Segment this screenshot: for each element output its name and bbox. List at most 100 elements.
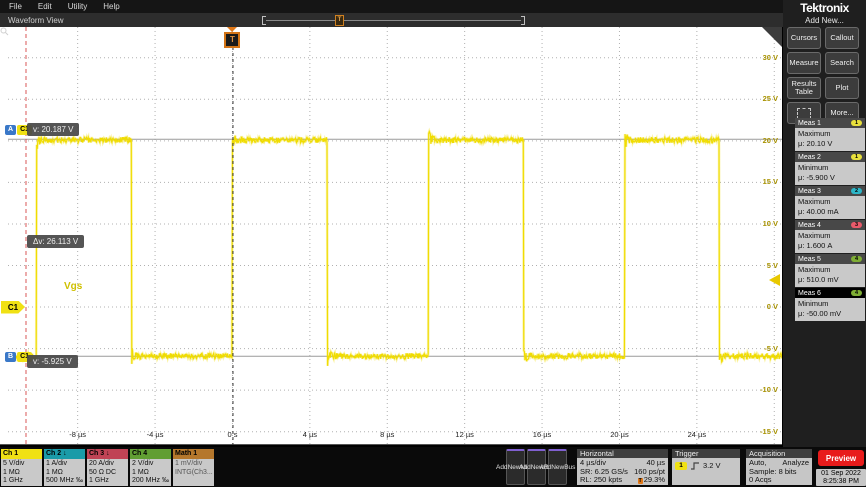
y-tick-label: -5 V [744,344,778,353]
meas-badge[interactable]: Meas 11Maximumμ: 20.10 V [795,118,865,151]
y-tick-label: 15 V [744,177,778,186]
datetime-display: 01 Sep 2022 8:25:38 PM [816,469,866,486]
tektronix-logo: Tektronix [783,1,866,15]
channel-badge-ch4[interactable]: Ch 42 V/div1 MΩ200 MHz ‰ [130,449,171,486]
x-tick-label: 0 s [210,430,254,439]
cursor-delta-label[interactable]: Δv: 26.113 V [27,235,84,248]
meas-stat: Maximum [798,231,862,241]
panel-button-plot[interactable]: Plot [825,77,859,99]
y-tick-label: 25 V [744,94,778,103]
meas-stat: Maximum [798,197,862,207]
meas-badge[interactable]: Meas 43Maximumμ: 1.600 A [795,220,865,253]
menu-file[interactable]: File [9,2,22,11]
meas-stat: Minimum [798,299,862,309]
cursor-a-value-label[interactable]: v: 20.187 V [27,123,79,136]
acquisition-count: 0 Acqs [749,476,809,485]
horizontal-row-left: RL: 250 kpts [580,476,622,485]
acquisition-badge-header: Acquisition [746,449,812,458]
time-text: 8:25:38 PM [816,478,866,486]
x-tick-label: 8 µs [365,430,409,439]
horizontal-row: RL: 250 kpts T29.3% [580,476,665,485]
add-new-buttons: AddNewMathAddNewRefAddNewBus [506,449,567,485]
panel-button-cursors[interactable]: Cursors [787,27,821,49]
bottom-bar: Ch 15 V/div1 MΩ1 GHzCh 2 ↓1 A/div1 MΩ500… [0,447,866,487]
channel-badge-ch2[interactable]: Ch 2 ↓1 A/div1 MΩ500 MHz ‰ [44,449,85,486]
menu-edit[interactable]: Edit [38,2,52,11]
meas-source-pill: 3 [851,222,862,228]
trigger-source-chip: 1 [675,462,687,470]
tab-waveform-view[interactable]: Waveform View [8,16,64,25]
cursor-b-value-label[interactable]: v: -5.925 V [27,355,78,368]
meas-badge[interactable]: Meas 21Minimumμ: -5.900 V [795,152,865,185]
channel-badge-body: 2 V/div1 MΩ200 MHz ‰ [130,459,171,486]
channel-badge-ch1[interactable]: Ch 15 V/div1 MΩ1 GHz [1,449,42,486]
meas-value: μ: 20.10 V [798,139,862,149]
meas-badge-header[interactable]: Meas 54 [795,254,865,264]
x-tick-label: 16 µs [520,430,564,439]
channel-badge-body: 5 V/div1 MΩ1 GHz [1,459,42,486]
meas-badge-header[interactable]: Meas 32 [795,186,865,196]
trigger-position-flag[interactable]: T [224,32,240,48]
y-tick-label: 5 V [744,261,778,270]
menu-utility[interactable]: Utility [68,2,88,11]
channel-badges: Ch 15 V/div1 MΩ1 GHzCh 2 ↓1 A/div1 MΩ500… [1,449,214,486]
channel-badge-body: 20 A/div50 Ω DC1 GHz [87,459,128,486]
dashed-box-icon [797,108,811,119]
panel-button-search[interactable]: Search [825,52,859,74]
x-tick-label: -8 µs [56,430,100,439]
y-tick-label: 20 V [744,136,778,145]
trigger-level-value: 3.2 V [703,462,721,471]
meas-badge-header[interactable]: Meas 43 [795,220,865,230]
horizontal-overview-bar[interactable]: T [262,16,525,24]
zoom-corner[interactable] [762,27,782,47]
meas-source-pill: 2 [851,188,862,194]
channel-setting: 1 GHz [89,477,128,486]
trigger-badge[interactable]: Trigger 1 3.2 V [672,449,740,485]
ch1-trace[interactable] [8,132,782,366]
meas-badge[interactable]: Meas 54Maximumμ: 510.0 mV [795,254,865,287]
channel-setting: 1 GHz [3,477,42,486]
meas-stat: Minimum [798,163,862,173]
x-tick-label: 20 µs [597,430,641,439]
meas-badge-body: Minimumμ: -50.00 mV [795,298,865,321]
meas-badge-header[interactable]: Meas 21 [795,152,865,162]
horizontal-row-right: T29.3% [638,476,665,485]
menu-help[interactable]: Help [103,2,119,11]
trigger-badge-header: Trigger [672,449,740,458]
channel-setting: 500 MHz ‰ [46,477,85,486]
channel-badge-math1[interactable]: Math 11 mV/divINTG(Ch3... [173,449,214,486]
waveform-display[interactable]: 30 V25 V20 V15 V10 V5 V0 V-5 V-10 V-15 V… [0,27,782,445]
channel-badge-body: 1 A/div1 MΩ500 MHz ‰ [44,459,85,486]
meas-badge[interactable]: Meas 64Minimumμ: -50.00 mV [795,288,865,321]
meas-name: Meas 5 [798,256,821,263]
meas-name: Meas 2 [798,154,821,161]
panel-button-results-table[interactable]: Results Table [787,77,821,99]
add-new-label: Add New... [783,16,866,25]
tab-bar: Waveform View T [0,13,783,27]
horizontal-badge[interactable]: Horizontal 4 µs/div40 µsSR: 6.25 GS/s160… [577,449,668,485]
y-tick-label: -15 V [744,427,778,436]
trigger-badge-body: 1 3.2 V [672,458,740,485]
x-tick-label: -4 µs [133,430,177,439]
add-new-bus-button[interactable]: AddNewBus [548,449,567,485]
channel-setting: 20 A/div [89,460,128,469]
waveform-annotation-vgs: Vgs [64,281,82,292]
meas-badge-header[interactable]: Meas 64 [795,288,865,298]
channel-badge-ch3[interactable]: Ch 3 ↓20 A/div50 Ω DC1 GHz [87,449,128,486]
panel-button-callout[interactable]: Callout [825,27,859,49]
y-tick-label: 30 V [744,53,778,62]
trigger-position-mini-icon: T [638,478,643,484]
acquisition-badge[interactable]: Acquisition Auto, Analyze Sample: 8 bits… [746,449,812,485]
meas-value: μ: 40.00 mA [798,207,862,217]
overview-right-bracket [521,16,525,25]
meas-badge-header[interactable]: Meas 11 [795,118,865,128]
trigger-level-arrow[interactable] [769,274,780,286]
preview-button[interactable]: Preview [818,450,864,466]
meas-badge[interactable]: Meas 32Maximumμ: 40.00 mA [795,186,865,219]
channel-badge-body: 1 mV/divINTG(Ch3... [173,459,214,486]
overview-trigger-marker[interactable]: T [335,15,344,26]
meas-value: μ: -5.900 V [798,173,862,183]
panel-button-measure[interactable]: Measure [787,52,821,74]
panel-button-grid: CursorsCalloutMeasureSearchResults Table… [787,27,859,124]
channel-setting: 50 Ω DC [89,469,128,478]
